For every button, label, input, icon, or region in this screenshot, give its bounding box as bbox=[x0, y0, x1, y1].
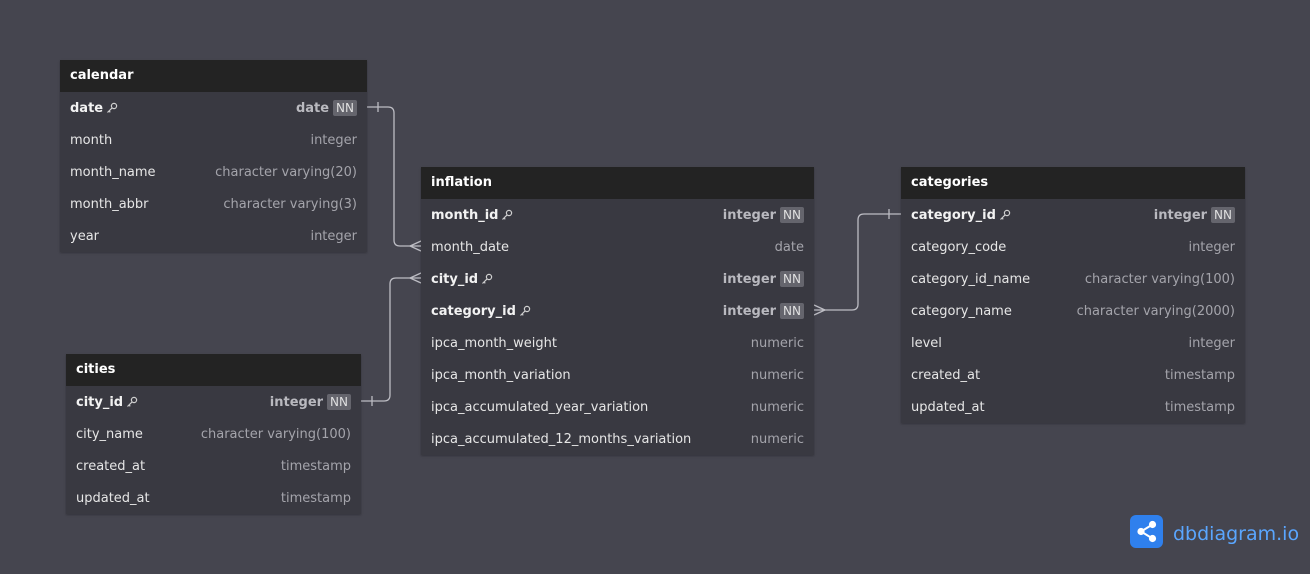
field-name: city_name bbox=[76, 426, 143, 442]
field-row-month-abbr[interactable]: month_abbr character varying(3) bbox=[60, 188, 367, 220]
field-name: ipca_month_variation bbox=[431, 367, 571, 383]
not-null-badge: NN bbox=[1211, 207, 1235, 223]
field-row-category-id[interactable]: category_id integer NN bbox=[901, 199, 1245, 231]
relation-cities-inflation[interactable] bbox=[361, 272, 422, 406]
field-name: updated_at bbox=[911, 399, 985, 415]
table-header[interactable]: calendar bbox=[60, 60, 367, 92]
field-row-month-date[interactable]: month_date date bbox=[421, 231, 814, 263]
key-icon bbox=[501, 209, 513, 221]
field-name: level bbox=[911, 335, 942, 351]
field-row-category-name[interactable]: category_name character varying(2000) bbox=[901, 295, 1245, 327]
not-null-badge: NN bbox=[780, 303, 804, 319]
field-name: month_name bbox=[70, 164, 156, 180]
field-type: numeric bbox=[750, 335, 804, 351]
field-row-date[interactable]: date date NN bbox=[60, 92, 367, 124]
relation-calendar-inflation[interactable] bbox=[367, 102, 422, 252]
field-row-year[interactable]: year integer bbox=[60, 220, 367, 252]
field-name: category_name bbox=[911, 303, 1012, 319]
field-name: created_at bbox=[911, 367, 981, 383]
diagram-canvas[interactable]: calendar date date NN month integer month… bbox=[0, 0, 1310, 574]
field-type: timestamp bbox=[1164, 399, 1235, 415]
field-name: created_at bbox=[76, 458, 146, 474]
field-row-created-at[interactable]: created_at timestamp bbox=[901, 359, 1245, 391]
key-icon bbox=[519, 305, 531, 317]
field-name: date bbox=[70, 100, 104, 116]
relation-inflation-categories[interactable] bbox=[813, 209, 901, 316]
not-null-badge: NN bbox=[780, 207, 804, 223]
field-name: category_id bbox=[911, 207, 996, 223]
field-row-category-id[interactable]: category_id integer NN bbox=[421, 295, 814, 327]
field-type: numeric bbox=[750, 367, 804, 383]
field-type: integer bbox=[1188, 335, 1235, 351]
table-header[interactable]: categories bbox=[901, 167, 1245, 199]
table-header[interactable]: inflation bbox=[421, 167, 814, 199]
field-type: integer bbox=[310, 132, 357, 148]
brand-logo[interactable]: dbdiagram.io bbox=[1130, 515, 1299, 552]
field-row-updated-at[interactable]: updated_at timestamp bbox=[66, 482, 361, 514]
field-name: ipca_month_weight bbox=[431, 335, 558, 351]
field-type: timestamp bbox=[280, 458, 351, 474]
brand-name: dbdiagram.io bbox=[1173, 522, 1300, 545]
field-name: city_id bbox=[431, 271, 479, 287]
field-type: character varying(2000) bbox=[1076, 303, 1235, 319]
table-calendar[interactable]: calendar date date NN month integer month… bbox=[60, 60, 367, 252]
not-null-badge: NN bbox=[780, 271, 804, 287]
key-icon bbox=[481, 273, 493, 285]
field-name: category_code bbox=[911, 239, 1007, 255]
field-type: integer bbox=[1188, 239, 1235, 255]
field-row-ipca-month-variation[interactable]: ipca_month_variation numeric bbox=[421, 359, 814, 391]
field-row-month-name[interactable]: month_name character varying(20) bbox=[60, 156, 367, 188]
field-row-updated-at[interactable]: updated_at timestamp bbox=[901, 391, 1245, 423]
field-name: category_id_name bbox=[911, 271, 1031, 287]
field-row-ipca-accumulated-year-variation[interactable]: ipca_accumulated_year_variation numeric bbox=[421, 391, 814, 423]
field-type: integer bbox=[1153, 207, 1208, 223]
field-name: category_id bbox=[431, 303, 516, 319]
field-name: city_id bbox=[76, 394, 124, 410]
field-type: timestamp bbox=[1164, 367, 1235, 383]
field-row-level[interactable]: level integer bbox=[901, 327, 1245, 359]
field-type: character varying(3) bbox=[223, 196, 357, 212]
field-type: numeric bbox=[750, 431, 804, 447]
field-type: integer bbox=[310, 228, 357, 244]
table-inflation[interactable]: inflation month_id integer NN month_date … bbox=[421, 167, 814, 455]
field-type: integer bbox=[722, 303, 777, 319]
table-cities[interactable]: cities city_id integer NN city_name chara… bbox=[66, 354, 361, 514]
field-name: month bbox=[70, 132, 113, 148]
field-type: integer bbox=[722, 271, 777, 287]
field-type: timestamp bbox=[280, 490, 351, 506]
field-row-category-id-name[interactable]: category_id_name character varying(100) bbox=[901, 263, 1245, 295]
key-icon bbox=[126, 396, 138, 408]
not-null-badge: NN bbox=[333, 100, 357, 116]
key-icon bbox=[999, 209, 1011, 221]
field-row-city-id[interactable]: city_id integer NN bbox=[66, 386, 361, 418]
field-row-category-code[interactable]: category_code integer bbox=[901, 231, 1245, 263]
field-row-ipca-accumulated-12-months-variation[interactable]: ipca_accumulated_12_months_variation num… bbox=[421, 423, 814, 455]
key-icon bbox=[106, 102, 118, 114]
field-row-ipca-month-weight[interactable]: ipca_month_weight numeric bbox=[421, 327, 814, 359]
field-name: updated_at bbox=[76, 490, 150, 506]
field-row-city-name[interactable]: city_name character varying(100) bbox=[66, 418, 361, 450]
table-header[interactable]: cities bbox=[66, 354, 361, 386]
field-type: integer bbox=[722, 207, 777, 223]
field-type: integer bbox=[269, 394, 324, 410]
field-name: month_date bbox=[431, 239, 510, 255]
field-name: month_id bbox=[431, 207, 499, 223]
field-row-month-id[interactable]: month_id integer NN bbox=[421, 199, 814, 231]
table-categories[interactable]: categories category_id integer NN categor… bbox=[901, 167, 1245, 423]
field-row-city-id[interactable]: city_id integer NN bbox=[421, 263, 814, 295]
field-type: date bbox=[295, 100, 330, 116]
field-type: character varying(100) bbox=[200, 426, 351, 442]
field-type: numeric bbox=[750, 399, 804, 415]
field-type: date bbox=[774, 239, 804, 255]
field-name: ipca_accumulated_year_variation bbox=[431, 399, 649, 415]
field-type: character varying(20) bbox=[215, 164, 357, 180]
field-name: ipca_accumulated_12_months_variation bbox=[431, 431, 692, 447]
field-type: character varying(100) bbox=[1084, 271, 1235, 287]
field-row-created-at[interactable]: created_at timestamp bbox=[66, 450, 361, 482]
field-name: year bbox=[70, 228, 100, 244]
share-nodes-icon bbox=[1130, 515, 1163, 552]
not-null-badge: NN bbox=[327, 394, 351, 410]
field-name: month_abbr bbox=[70, 196, 149, 212]
field-row-month[interactable]: month integer bbox=[60, 124, 367, 156]
